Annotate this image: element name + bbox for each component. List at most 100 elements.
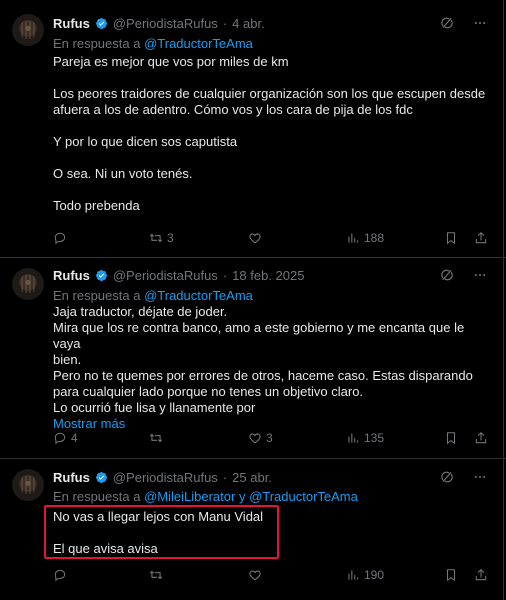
bookmark-icon <box>444 568 458 582</box>
verified-badge-icon <box>95 269 108 282</box>
share-icon <box>474 568 488 582</box>
tweet-date[interactable]: 25 abr. <box>232 470 272 485</box>
mention-link[interactable]: @TraductorTeAma <box>249 489 358 504</box>
reply-count: 4 <box>71 431 78 445</box>
share-button[interactable] <box>474 231 488 245</box>
mention-link[interactable]: @TraductorTeAma <box>144 288 253 303</box>
tweet-line: Pero no te quemes por errores de otros, … <box>53 368 473 383</box>
reply-prefix: En respuesta a <box>53 36 141 51</box>
reply-button[interactable] <box>53 568 71 582</box>
tweet-text: Pareja es mejor que vos por miles de km … <box>53 54 493 214</box>
avatar[interactable] <box>12 14 44 46</box>
tweet-line: para cualquier lado porque no tenes un o… <box>53 384 364 399</box>
retweet-button[interactable]: 3 <box>149 231 174 245</box>
tweet-1[interactable]: Rufus @PeriodistaRufus · 4 abr. En respu… <box>0 0 506 257</box>
reply-and: y <box>238 489 246 504</box>
mention-link[interactable]: @MileiLiberator <box>144 489 235 504</box>
retweet-icon <box>149 568 163 582</box>
tweet-line <box>53 70 493 86</box>
separator-dot: · <box>222 15 228 31</box>
bookmark-icon <box>444 431 458 445</box>
like-icon <box>248 431 262 445</box>
grok-icon[interactable] <box>440 268 454 282</box>
tweet-header: Rufus @PeriodistaRufus · 4 abr. <box>53 14 265 32</box>
share-button[interactable] <box>474 568 488 582</box>
grok-icon[interactable] <box>440 16 454 30</box>
reply-icon <box>53 231 67 245</box>
tweet-line <box>53 182 493 198</box>
reply-prefix: En respuesta a <box>53 288 141 303</box>
tweet-actions: 190 <box>53 568 493 584</box>
bookmark-button[interactable] <box>444 568 458 582</box>
views-icon <box>346 568 360 582</box>
reply-context: En respuesta a @TraductorTeAma <box>53 36 253 51</box>
tweet-line: O sea. Ni un voto tenés. <box>53 166 193 181</box>
tweet-text: Jaja traductor, déjate de joder. Mira qu… <box>53 304 493 432</box>
views-button[interactable]: 188 <box>346 231 384 245</box>
bookmark-button[interactable] <box>444 231 458 245</box>
tweet-line: Todo prebenda <box>53 198 140 213</box>
retweet-button[interactable] <box>149 431 167 445</box>
tweet-date[interactable]: 18 feb. 2025 <box>232 268 304 283</box>
avatar[interactable] <box>12 469 44 501</box>
tweet-actions: 3 188 <box>53 231 493 247</box>
views-count: 188 <box>364 231 385 245</box>
avatar[interactable] <box>12 268 44 300</box>
author-name[interactable]: Rufus <box>53 470 90 485</box>
more-icon[interactable] <box>472 16 488 30</box>
separator-dot: · <box>222 267 228 283</box>
retweet-button[interactable] <box>149 568 167 582</box>
retweet-icon <box>149 231 163 245</box>
author-handle[interactable]: @PeriodistaRufus <box>113 268 218 283</box>
reply-prefix: En respuesta a <box>53 489 141 504</box>
like-icon <box>248 568 262 582</box>
separator-dot: · <box>222 469 228 485</box>
tweet-line <box>53 118 493 134</box>
bookmark-button[interactable] <box>444 431 458 445</box>
like-count: 3 <box>266 431 273 445</box>
tweet-line: Jaja traductor, déjate de joder. <box>53 304 228 319</box>
verified-badge-icon <box>95 471 108 484</box>
like-icon <box>248 231 262 245</box>
views-button[interactable]: 135 <box>346 431 384 445</box>
tweet-actions: 4 3 135 <box>53 431 493 447</box>
retweet-count: 3 <box>167 231 174 245</box>
tweet-line: Y por lo que dicen sos caputista <box>53 134 238 149</box>
author-handle[interactable]: @PeriodistaRufus <box>113 470 218 485</box>
views-button[interactable]: 190 <box>346 568 384 582</box>
mention-link[interactable]: @TraductorTeAma <box>144 36 253 51</box>
reply-icon <box>53 568 67 582</box>
views-count: 190 <box>364 568 385 582</box>
share-icon <box>474 431 488 445</box>
reply-button[interactable] <box>53 231 71 245</box>
like-button[interactable] <box>248 231 266 245</box>
share-button[interactable] <box>474 431 488 445</box>
views-icon <box>346 231 360 245</box>
tweet-line: Pareja es mejor que vos por miles de km <box>53 54 289 69</box>
retweet-icon <box>149 431 163 445</box>
tweet-line: Los peores traidores de cualquier organi… <box>53 86 486 101</box>
author-name[interactable]: Rufus <box>53 16 90 31</box>
author-handle[interactable]: @PeriodistaRufus <box>113 16 218 31</box>
highlight-box <box>44 505 279 559</box>
author-name[interactable]: Rufus <box>53 268 90 283</box>
verified-badge-icon <box>95 17 108 30</box>
more-icon[interactable] <box>472 470 488 484</box>
grok-icon[interactable] <box>440 470 454 484</box>
tweet-line <box>53 150 493 166</box>
more-icon[interactable] <box>472 268 488 282</box>
tweet-date[interactable]: 4 abr. <box>232 16 265 31</box>
tweet-line: Mira que los re contra banco, amo a este… <box>53 320 465 351</box>
like-button[interactable] <box>248 568 266 582</box>
tweet-2[interactable]: Rufus @PeriodistaRufus · 18 feb. 2025 En… <box>0 258 506 458</box>
like-button[interactable]: 3 <box>248 431 273 445</box>
tweet-line: Lo ocurrió fue lisa y llanamente por <box>53 400 256 415</box>
tweet-header: Rufus @PeriodistaRufus · 18 feb. 2025 <box>53 266 304 284</box>
reply-context: En respuesta a @TraductorTeAma <box>53 288 253 303</box>
reply-context: En respuesta a @MileiLiberator y @Traduc… <box>53 489 358 504</box>
views-icon <box>346 431 360 445</box>
bookmark-icon <box>444 231 458 245</box>
show-more-link[interactable]: Mostrar más <box>53 416 493 432</box>
reply-button[interactable]: 4 <box>53 431 78 445</box>
reply-icon <box>53 431 67 445</box>
